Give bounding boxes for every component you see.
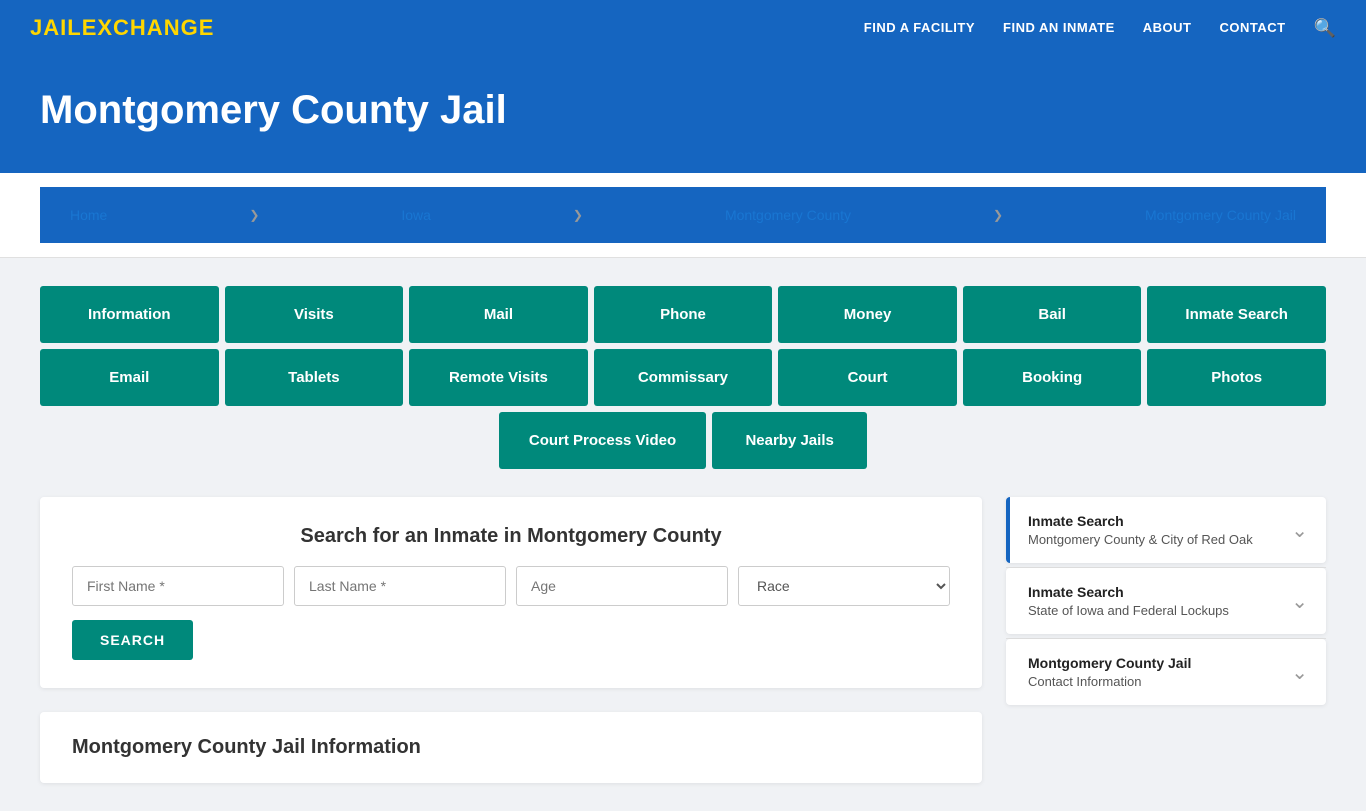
last-name-input[interactable] xyxy=(294,566,506,606)
info-title: Montgomery County Jail Information xyxy=(72,736,950,759)
btn-email[interactable]: Email xyxy=(40,349,219,406)
btn-visits[interactable]: Visits xyxy=(225,286,404,343)
breadcrumb-jail[interactable]: Montgomery County Jail xyxy=(1145,207,1296,223)
btn-information[interactable]: Information xyxy=(40,286,219,343)
sidebar-item-sublabel-0: Montgomery County & City of Red Oak xyxy=(1028,532,1253,547)
btn-mail[interactable]: Mail xyxy=(409,286,588,343)
btn-bail[interactable]: Bail xyxy=(963,286,1142,343)
breadcrumb-sep-2: ❯ xyxy=(573,208,583,222)
page-title: Montgomery County Jail xyxy=(40,88,1326,133)
btn-money[interactable]: Money xyxy=(778,286,957,343)
breadcrumb-sep-3: ❯ xyxy=(993,208,1003,222)
site-logo[interactable]: JAILEXCHANGE xyxy=(30,15,214,41)
nav-about[interactable]: ABOUT xyxy=(1143,19,1192,37)
sidebar-item-2[interactable]: Montgomery County Jail Contact Informati… xyxy=(1006,639,1326,705)
nav-search-icon[interactable]: 🔍 xyxy=(1314,18,1336,39)
btn-remote-visits[interactable]: Remote Visits xyxy=(409,349,588,406)
breadcrumb: Home ❯ Iowa ❯ Montgomery County ❯ Montgo… xyxy=(40,187,1326,243)
sidebar-item-header-1[interactable]: Inmate Search State of Iowa and Federal … xyxy=(1006,568,1326,634)
breadcrumb-home[interactable]: Home xyxy=(70,207,107,223)
nav-find-inmate[interactable]: FIND AN INMATE xyxy=(1003,19,1115,37)
nav-links: FIND A FACILITY FIND AN INMATE ABOUT CON… xyxy=(864,18,1336,39)
sidebar-item-label-0: Inmate Search xyxy=(1028,513,1253,529)
btn-tablets[interactable]: Tablets xyxy=(225,349,404,406)
btn-photos[interactable]: Photos xyxy=(1147,349,1326,406)
sidebar-item-sublabel-1: State of Iowa and Federal Lockups xyxy=(1028,603,1229,618)
btn-phone[interactable]: Phone xyxy=(594,286,773,343)
sidebar-item-header-0[interactable]: Inmate Search Montgomery County & City o… xyxy=(1006,497,1326,563)
btn-nearby-jails[interactable]: Nearby Jails xyxy=(712,412,867,469)
breadcrumb-bar: Home ❯ Iowa ❯ Montgomery County ❯ Montgo… xyxy=(0,173,1366,258)
breadcrumb-sep-1: ❯ xyxy=(249,208,259,222)
sidebar-item-text-1: Inmate Search State of Iowa and Federal … xyxy=(1028,584,1229,618)
sidebar-item-label-1: Inmate Search xyxy=(1028,584,1229,600)
sidebar-item-1[interactable]: Inmate Search State of Iowa and Federal … xyxy=(1006,568,1326,634)
nav-find-facility[interactable]: FIND A FACILITY xyxy=(864,19,975,37)
btn-court[interactable]: Court xyxy=(778,349,957,406)
main-content: Information Visits Mail Phone Money Bail… xyxy=(0,258,1366,811)
search-card: Search for an Inmate in Montgomery Count… xyxy=(40,497,982,688)
navbar: JAILEXCHANGE FIND A FACILITY FIND AN INM… xyxy=(0,0,1366,56)
nav-contact[interactable]: CONTACT xyxy=(1219,19,1285,37)
btn-booking[interactable]: Booking xyxy=(963,349,1142,406)
info-section: Montgomery County Jail Information xyxy=(40,712,982,783)
sidebar: Inmate Search Montgomery County & City o… xyxy=(1006,497,1326,709)
logo-exchange: EXCHANGE xyxy=(82,15,215,40)
race-select[interactable]: Race White Black Hispanic Asian Other xyxy=(738,566,950,606)
left-column: Search for an Inmate in Montgomery Count… xyxy=(40,497,982,783)
btn-court-process-video[interactable]: Court Process Video xyxy=(499,412,706,469)
sidebar-item-label-2: Montgomery County Jail xyxy=(1028,655,1191,671)
logo-jail: JAIL xyxy=(30,15,82,40)
breadcrumb-iowa[interactable]: Iowa xyxy=(401,207,431,223)
sidebar-item-text-0: Inmate Search Montgomery County & City o… xyxy=(1028,513,1253,547)
chevron-down-icon-0: ⌄ xyxy=(1291,518,1308,543)
button-grid-row3: Court Process Video Nearby Jails xyxy=(40,412,1326,469)
sidebar-item-text-2: Montgomery County Jail Contact Informati… xyxy=(1028,655,1191,689)
button-grid-row1: Information Visits Mail Phone Money Bail… xyxy=(40,286,1326,343)
first-name-input[interactable] xyxy=(72,566,284,606)
search-button[interactable]: SEARCH xyxy=(72,620,193,660)
btn-commissary[interactable]: Commissary xyxy=(594,349,773,406)
two-col-layout: Search for an Inmate in Montgomery Count… xyxy=(40,497,1326,783)
sidebar-item-header-2[interactable]: Montgomery County Jail Contact Informati… xyxy=(1006,639,1326,705)
button-grid-row2: Email Tablets Remote Visits Commissary C… xyxy=(40,349,1326,406)
sidebar-item-0[interactable]: Inmate Search Montgomery County & City o… xyxy=(1006,497,1326,563)
btn-inmate-search[interactable]: Inmate Search xyxy=(1147,286,1326,343)
chevron-down-icon-2: ⌄ xyxy=(1291,660,1308,685)
age-input[interactable] xyxy=(516,566,728,606)
sidebar-item-sublabel-2: Contact Information xyxy=(1028,674,1191,689)
breadcrumb-montgomery-county[interactable]: Montgomery County xyxy=(725,207,851,223)
hero-section: Montgomery County Jail xyxy=(0,56,1366,173)
search-title: Search for an Inmate in Montgomery Count… xyxy=(72,525,950,548)
chevron-down-icon-1: ⌄ xyxy=(1291,589,1308,614)
search-fields: Race White Black Hispanic Asian Other xyxy=(72,566,950,606)
